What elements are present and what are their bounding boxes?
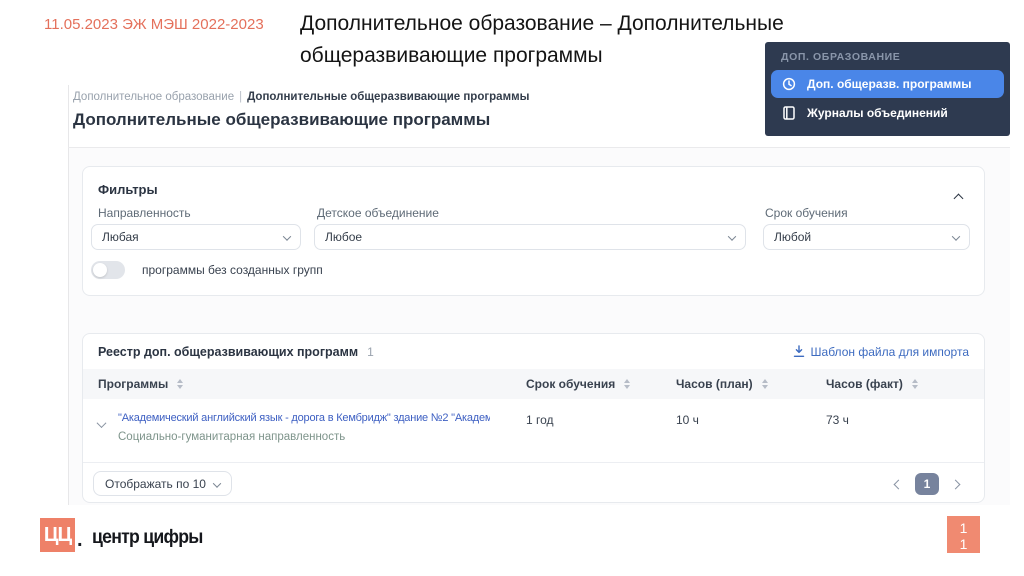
page-size-button[interactable]: Отображать по 10 xyxy=(93,471,232,496)
direction-select[interactable]: Любая xyxy=(91,224,301,250)
journal-icon xyxy=(782,106,796,120)
side-nav-panel: ДОП. ОБРАЗОВАНИЕ Доп. общеразв. программ… xyxy=(765,42,1010,136)
sort-icon[interactable] xyxy=(177,379,184,389)
association-select[interactable]: Любое xyxy=(314,224,746,250)
chevron-down-icon xyxy=(727,230,737,244)
breadcrumb-separator: | xyxy=(239,91,243,103)
logo-mark: ЦЦ xyxy=(40,518,75,552)
association-select-value: Любое xyxy=(325,230,363,244)
nav-item-label: Журналы объединений xyxy=(807,106,948,120)
slide: 11.05.2023 ЭЖ МЭШ 2022-2023 Дополнительн… xyxy=(0,0,1024,576)
nav-section-title: ДОП. ОБРАЗОВАНИЕ xyxy=(781,51,901,63)
direction-select-value: Любая xyxy=(102,230,139,244)
registry-count: 1 xyxy=(367,344,374,359)
import-template-link[interactable]: Шаблон файла для импорта xyxy=(793,345,969,359)
logo-brand-name: центр цифры xyxy=(91,527,203,548)
toggle-row: программы без созданных групп xyxy=(91,261,323,279)
date-label: 11.05.2023 ЭЖ МЭШ 2022-2023 xyxy=(44,16,264,33)
no-groups-toggle[interactable] xyxy=(91,261,125,279)
duration-select-value: Любой xyxy=(774,230,812,244)
slide-page-number: 1 1 xyxy=(947,516,980,553)
chevron-right-icon[interactable] xyxy=(950,475,961,493)
filters-title: Фильтры xyxy=(98,182,158,197)
chevron-down-icon xyxy=(951,230,961,244)
sort-icon[interactable] xyxy=(624,379,631,389)
column-hours-fact: Часов (факт) xyxy=(826,377,984,391)
column-hours-plan: Часов (план) xyxy=(676,377,826,391)
table-footer: Отображать по 10 1 xyxy=(83,462,984,504)
nav-item-label: Доп. общеразв. программы xyxy=(807,77,972,91)
column-label: Срок обучения xyxy=(526,377,616,391)
filter-label-association: Детское объединение xyxy=(317,206,439,220)
chevron-up-icon[interactable] xyxy=(953,189,964,207)
table-header-row: Программы Срок обучения Часов (план) Час… xyxy=(83,369,984,399)
program-cell: "Академический английский язык - дорога … xyxy=(96,412,526,443)
table-row: "Академический английский язык - дорога … xyxy=(83,399,984,462)
chevron-down-icon xyxy=(212,477,222,491)
clock-icon xyxy=(782,77,796,91)
breadcrumb: Дополнительное образование | Дополнительны… xyxy=(73,91,529,103)
page-number-line: 1 xyxy=(959,536,968,552)
nav-item-journals[interactable]: Журналы объединений xyxy=(771,99,1004,127)
pagination: 1 xyxy=(893,472,961,495)
filter-label-duration: Срок обучения xyxy=(765,206,848,220)
hours-plan-cell: 10 ч xyxy=(676,413,699,427)
column-label: Программы xyxy=(98,377,169,391)
breadcrumb-parent[interactable]: Дополнительное образование xyxy=(73,91,234,103)
expand-row-icon[interactable] xyxy=(96,415,107,443)
sort-icon[interactable] xyxy=(761,379,768,389)
hours-fact-cell: 73 ч xyxy=(826,413,849,427)
column-label: Часов (план) xyxy=(676,377,753,391)
import-template-label: Шаблон файла для импорта xyxy=(810,344,969,359)
page-size-label: Отображать по 10 xyxy=(105,476,206,491)
duration-cell: 1 год xyxy=(526,413,554,427)
registry-header: Реестр доп. общеразвивающих программ 1 Ш… xyxy=(83,334,984,369)
download-icon xyxy=(793,345,805,358)
column-duration: Срок обучения xyxy=(526,377,676,391)
column-label: Часов (факт) xyxy=(826,377,903,391)
filters-panel: Фильтры Направленность Любая Детское объ… xyxy=(82,166,985,296)
sort-icon[interactable] xyxy=(911,379,918,389)
no-groups-toggle-label: программы без созданных групп xyxy=(142,263,323,277)
column-programs: Программы xyxy=(98,377,526,391)
logo-dot: . xyxy=(77,529,83,551)
header-divider xyxy=(68,147,1010,148)
toggle-knob xyxy=(93,263,107,277)
breadcrumb-current: Дополнительные общеразвивающие программы xyxy=(247,91,530,103)
page-number-line: 1 xyxy=(959,520,968,536)
page-title: Дополнительные общеразвивающие программы xyxy=(73,110,491,129)
brand-logo: ЦЦ . центр цифры xyxy=(40,518,211,552)
duration-select[interactable]: Любой xyxy=(763,224,970,250)
registry-panel: Реестр доп. общеразвивающих программ 1 Ш… xyxy=(82,333,985,503)
chevron-left-icon[interactable] xyxy=(893,475,904,493)
registry-title: Реестр доп. общеразвивающих программ xyxy=(98,344,359,359)
program-name-link[interactable]: "Академический английский язык - дорога … xyxy=(118,412,490,424)
program-direction: Социально-гуманитарная направленность xyxy=(118,431,346,443)
app-frame-left-border xyxy=(68,85,69,505)
filter-label-direction: Направленность xyxy=(98,206,191,220)
pagination-current-page[interactable]: 1 xyxy=(915,472,939,495)
nav-item-dop-programs[interactable]: Доп. общеразв. программы xyxy=(771,70,1004,98)
chevron-down-icon xyxy=(282,230,292,244)
